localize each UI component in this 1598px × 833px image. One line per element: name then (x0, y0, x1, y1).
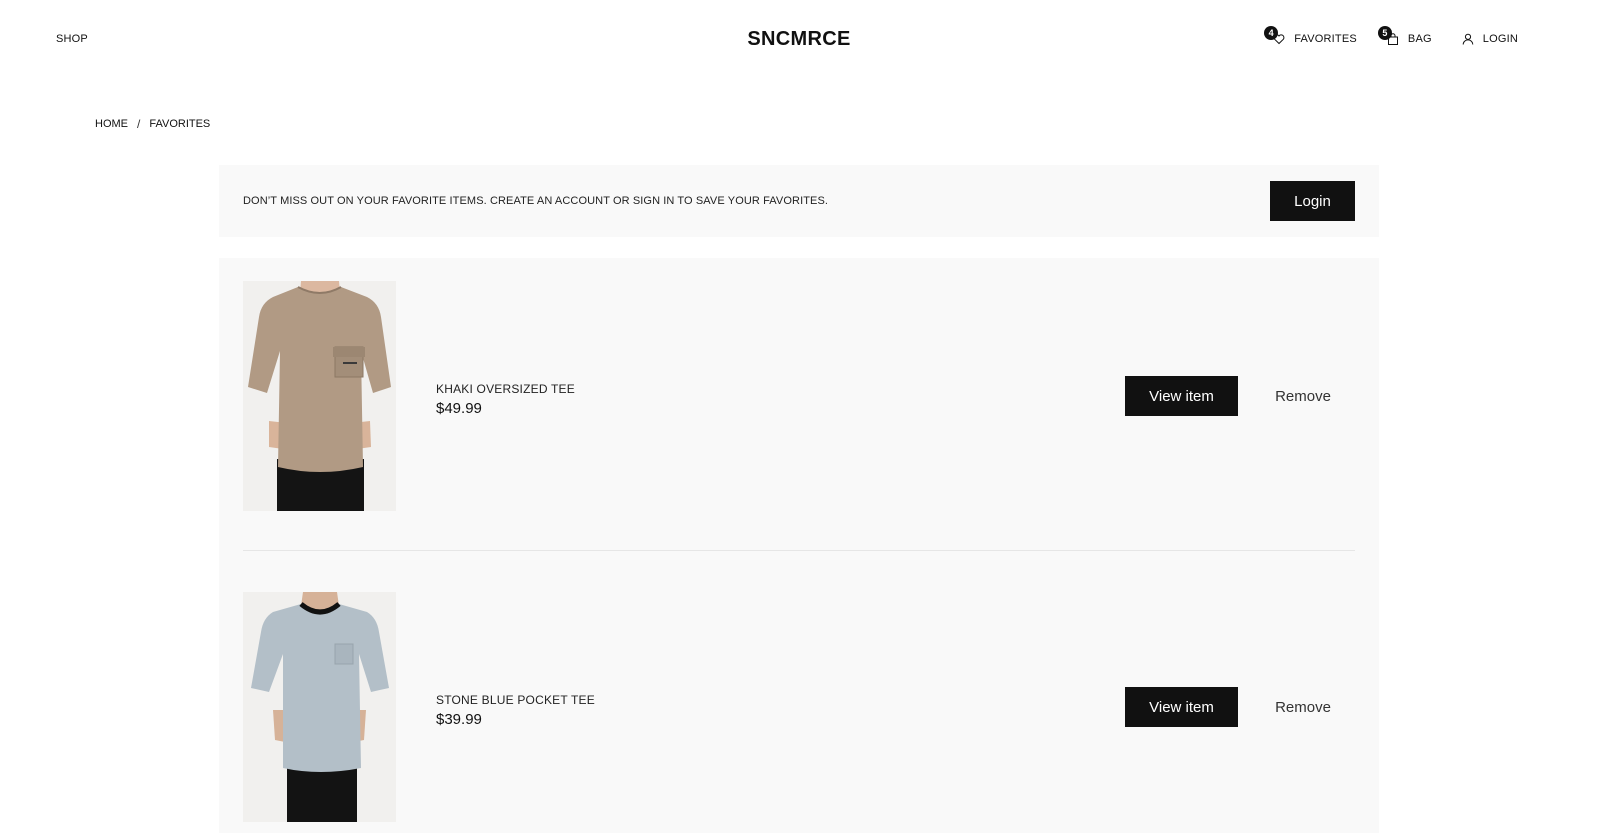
favorite-item: KHAKI OVERSIZED TEE $49.99 View item Rem… (243, 281, 1355, 511)
remove-button[interactable]: Remove (1253, 376, 1353, 416)
row-divider (243, 550, 1355, 551)
product-price: $39.99 (436, 711, 482, 728)
breadcrumb-separator: / (137, 117, 141, 131)
view-item-button[interactable]: View item (1125, 376, 1238, 416)
product-name[interactable]: KHAKI OVERSIZED TEE (436, 382, 575, 396)
remove-button[interactable]: Remove (1253, 687, 1353, 727)
top-navigation: SHOP SNCMRCE 4 FAVORITES 5 BAG LOGIN (0, 0, 1598, 80)
site-logo[interactable]: SNCMRCE (747, 28, 850, 50)
bag-count-badge: 5 (1377, 26, 1392, 40)
product-price: $49.99 (436, 400, 482, 417)
view-item-button[interactable]: View item (1125, 687, 1238, 727)
login-notice: DON’T MISS OUT ON YOUR FAVORITE ITEMS. C… (219, 165, 1379, 237)
breadcrumb-home[interactable]: HOME (95, 118, 128, 130)
nav-login-label: LOGIN (1482, 33, 1518, 45)
product-image[interactable] (243, 592, 396, 822)
nav-bag-link[interactable]: 5 BAG (1377, 26, 1432, 45)
user-icon (1462, 33, 1474, 45)
product-name[interactable]: STONE BLUE POCKET TEE (436, 693, 595, 707)
favorite-item: STONE BLUE POCKET TEE $39.99 View item R… (243, 592, 1355, 822)
login-notice-text: DON’T MISS OUT ON YOUR FAVORITE ITEMS. C… (243, 195, 829, 207)
nav-bag-label: BAG (1407, 33, 1432, 45)
favorites-list: KHAKI OVERSIZED TEE $49.99 View item Rem… (219, 258, 1379, 833)
nav-login-link[interactable]: LOGIN (1462, 26, 1518, 45)
product-image[interactable] (243, 281, 396, 511)
nav-favorites-label: FAVORITES (1294, 33, 1357, 45)
breadcrumb: HOME / FAVORITES (95, 117, 210, 131)
notice-login-button[interactable]: Login (1270, 181, 1355, 221)
nav-favorites-link[interactable]: 4 FAVORITES (1264, 26, 1357, 45)
breadcrumb-current: FAVORITES (149, 118, 211, 130)
nav-actions: 4 FAVORITES 5 BAG LOGIN (1264, 26, 1518, 45)
nav-shop-link[interactable]: SHOP (56, 33, 88, 45)
